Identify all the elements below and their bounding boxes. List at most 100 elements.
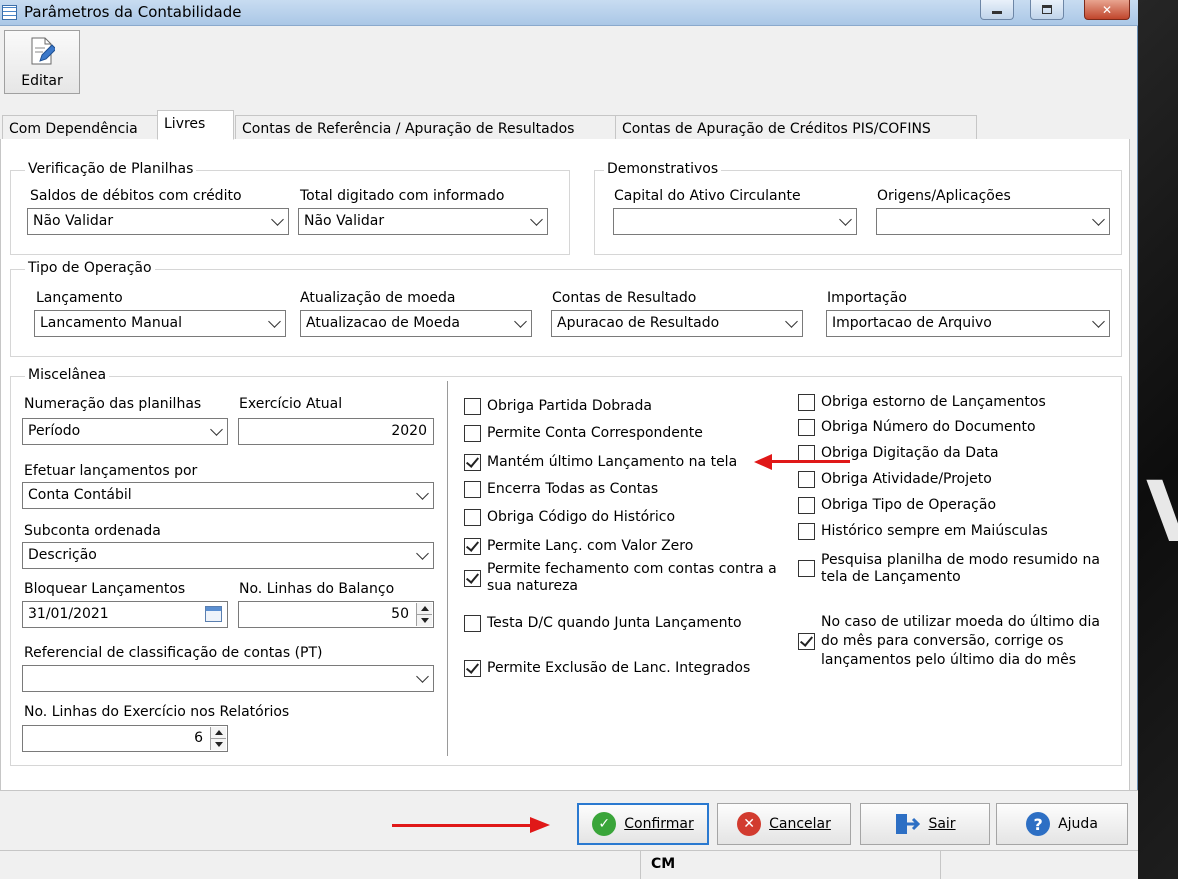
annotation-arrowhead-left xyxy=(754,454,772,470)
tab-com-dependencia[interactable]: Com Dependência xyxy=(2,115,158,140)
lancamento-select[interactable]: Lancamento Manual xyxy=(34,310,286,337)
contas-resultado-select[interactable]: Apuracao de Resultado xyxy=(551,310,803,337)
exercicio-input[interactable]: 2020 xyxy=(238,418,434,445)
encerra-todas-contas-checkbox[interactable] xyxy=(464,481,481,498)
status-bar xyxy=(0,850,1138,879)
bloquear-value: 31/01/2021 xyxy=(28,606,109,622)
origens-select[interactable] xyxy=(876,208,1110,235)
lancamento-label: Lançamento xyxy=(36,290,123,306)
total-select[interactable]: Não Validar xyxy=(298,208,548,235)
linhas-exercicio-stepper[interactable]: 6 xyxy=(22,725,228,752)
chevron-down-icon xyxy=(785,315,798,328)
checkbox-label: Obriga Número do Documento xyxy=(821,419,1036,435)
obriga-codigo-historico-checkbox[interactable] xyxy=(464,509,481,526)
cancel-circle-icon: ✕ xyxy=(737,812,762,836)
subconta-label: Subconta ordenada xyxy=(24,523,161,539)
linhas-balanco-stepper[interactable]: 50 xyxy=(238,601,434,628)
sair-button[interactable]: Sair xyxy=(860,803,990,845)
status-divider xyxy=(940,851,941,879)
annotation-arrow-line xyxy=(770,460,850,463)
pesquisa-resumido-checkbox[interactable] xyxy=(798,560,815,577)
saldos-select[interactable]: Não Validar xyxy=(27,208,289,235)
checkbox-label: Obriga Atividade/Projeto xyxy=(821,471,992,487)
linhas-exercicio-label: No. Linhas do Exercício nos Relatórios xyxy=(24,704,290,720)
exercicio-value: 2020 xyxy=(391,423,427,439)
numeracao-select[interactable]: Período xyxy=(22,418,228,445)
linhas-exercicio-value: 6 xyxy=(194,730,203,746)
corrige-ultimo-dia-checkbox[interactable] xyxy=(798,633,815,650)
tab-contas-pis-cofins[interactable]: Contas de Apuração de Créditos PIS/COFIN… xyxy=(615,115,977,140)
testa-dc-checkbox[interactable] xyxy=(464,615,481,632)
capital-select[interactable] xyxy=(613,208,857,235)
permite-valor-zero-checkbox[interactable] xyxy=(464,538,481,555)
cancelar-button[interactable]: ✕ Cancelar xyxy=(717,803,851,845)
exercicio-label: Exercício Atual xyxy=(239,396,343,412)
lancamento-value: Lancamento Manual xyxy=(40,315,183,331)
obriga-atividade-projeto-checkbox[interactable] xyxy=(798,471,815,488)
help-icon: ? xyxy=(1026,812,1051,836)
chevron-down-icon xyxy=(1092,315,1105,328)
historico-maiusculas-checkbox[interactable] xyxy=(798,523,815,540)
tab-label: Livres xyxy=(164,116,206,132)
spin-down-icon[interactable] xyxy=(421,618,429,623)
verificacao-title: Verificação de Planilhas xyxy=(25,161,197,177)
maximize-icon xyxy=(1042,5,1052,14)
permite-exclusao-checkbox[interactable] xyxy=(464,660,481,677)
obriga-estorno-checkbox[interactable] xyxy=(798,394,815,411)
efetuar-label: Efetuar lançamentos por xyxy=(24,463,198,479)
tab-label: Com Dependência xyxy=(9,121,138,137)
spin-buttons[interactable] xyxy=(416,603,432,626)
chevron-down-icon xyxy=(839,213,852,226)
tab-label: Contas de Referência / Apuração de Resul… xyxy=(242,121,575,137)
ajuda-button[interactable]: ? Ajuda xyxy=(996,803,1128,845)
exit-door-icon xyxy=(896,814,921,834)
background-letter: V xyxy=(1146,470,1178,554)
checkbox-label: Obriga Tipo de Operação xyxy=(821,497,997,513)
checkbox-label-line1: Pesquisa planilha de modo resumido na xyxy=(821,552,1100,568)
total-value: Não Validar xyxy=(304,213,385,229)
checkbox-label: Obriga Partida Dobrada xyxy=(487,398,652,414)
checkbox-label: Obriga Código do Histórico xyxy=(487,509,676,525)
close-button[interactable]: ✕ xyxy=(1084,0,1130,20)
mantem-ultimo-lancamento-checkbox[interactable] xyxy=(464,454,481,471)
checkbox-label-line2: sua natureza xyxy=(487,578,578,594)
importacao-label: Importação xyxy=(827,290,907,306)
chevron-down-icon xyxy=(1092,213,1105,226)
efetuar-select[interactable]: Conta Contábil xyxy=(22,482,434,509)
status-divider xyxy=(640,851,641,879)
minimize-button[interactable] xyxy=(980,0,1014,20)
obriga-numero-documento-checkbox[interactable] xyxy=(798,419,815,436)
bloquear-date-input[interactable]: 31/01/2021 xyxy=(22,601,228,628)
calendar-icon[interactable] xyxy=(205,606,222,622)
miscelanea-title: Miscelânea xyxy=(25,367,110,383)
spin-up-icon[interactable] xyxy=(421,606,429,611)
referencial-select[interactable] xyxy=(22,665,434,692)
maximize-button[interactable] xyxy=(1030,0,1064,20)
confirmar-button[interactable]: ✓ Confirmar xyxy=(577,803,709,845)
total-label: Total digitado com informado xyxy=(300,188,505,204)
ajuda-label: Ajuda xyxy=(1058,816,1098,832)
permite-fechamento-checkbox[interactable] xyxy=(464,570,481,587)
obriga-partida-checkbox[interactable] xyxy=(464,398,481,415)
atualizacao-select[interactable]: Atualizacao de Moeda xyxy=(300,310,532,337)
checkbox-label: Obriga estorno de Lançamentos xyxy=(821,394,1046,410)
efetuar-value: Conta Contábil xyxy=(28,487,132,503)
subconta-select[interactable]: Descrição xyxy=(22,542,434,569)
checkbox-label: Permite Lanç. com Valor Zero xyxy=(487,538,694,554)
importacao-select[interactable]: Importacao de Arquivo xyxy=(826,310,1110,337)
permite-conta-correspondente-checkbox[interactable] xyxy=(464,425,481,442)
spin-up-icon[interactable] xyxy=(215,730,223,735)
obriga-tipo-operacao-checkbox[interactable] xyxy=(798,497,815,514)
checkbox-label-line2: tela de Lançamento xyxy=(821,569,961,585)
bloquear-label: Bloquear Lançamentos xyxy=(24,581,186,597)
tab-contas-referencia[interactable]: Contas de Referência / Apuração de Resul… xyxy=(235,115,616,140)
checkbox-label-line1: Permite fechamento com contas contra a xyxy=(487,561,777,577)
spin-down-icon[interactable] xyxy=(215,742,223,747)
checkbox-label: Permite Exclusão de Lanc. Integrados xyxy=(487,660,751,676)
spin-buttons[interactable] xyxy=(210,727,226,750)
minimize-icon xyxy=(992,11,1002,14)
edit-button[interactable]: Editar xyxy=(4,30,80,94)
tab-livres[interactable]: Livres xyxy=(157,110,234,140)
checkbox-label: Encerra Todas as Contas xyxy=(487,481,659,497)
chevron-down-icon xyxy=(416,487,429,500)
